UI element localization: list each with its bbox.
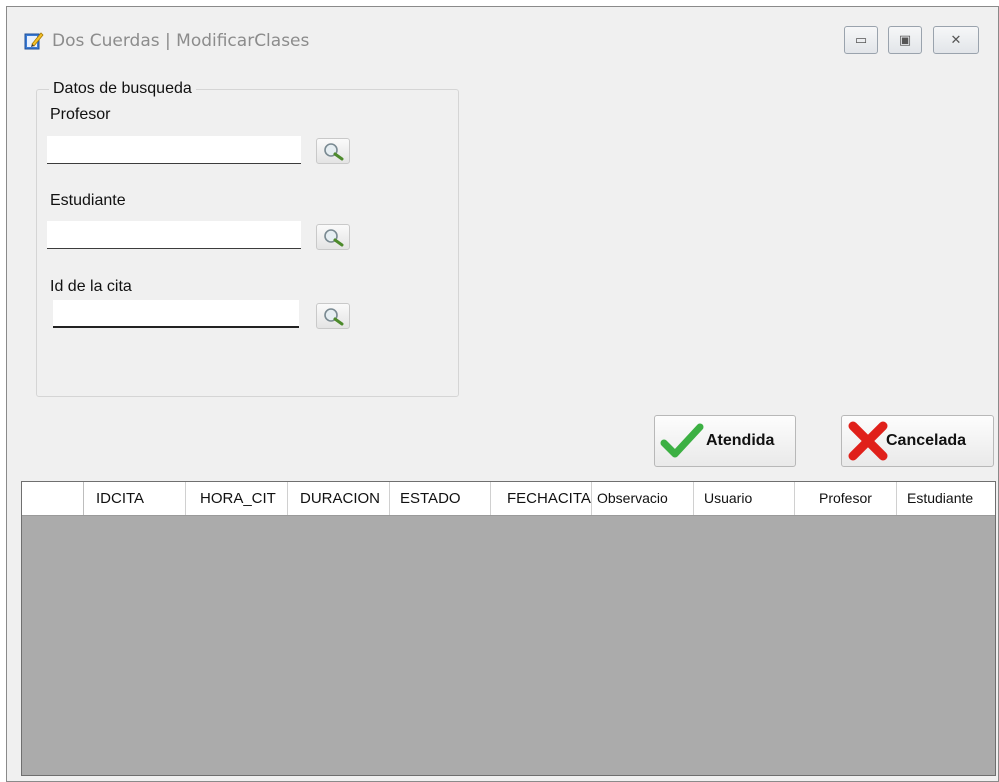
search-profesor-button[interactable]	[316, 138, 350, 164]
title-bar[interactable]: Dos Cuerdas | ModificarClases ▭ ▣ ✕	[7, 7, 998, 67]
maximize-icon: ▣	[898, 32, 912, 48]
id-cita-input[interactable]	[53, 300, 299, 326]
clases-datagrid[interactable]: IDCITA HORA_CIT DURACION ESTADO FECHACIT…	[21, 481, 996, 776]
minimize-button[interactable]: ▭	[844, 26, 878, 54]
column-header[interactable]: IDCITA	[84, 482, 186, 515]
edit-app-icon	[24, 32, 44, 50]
id-cita-label: Id de la cita	[50, 278, 132, 295]
magnifier-icon	[324, 229, 344, 247]
estudiante-label: Estudiante	[50, 192, 126, 209]
x-icon	[848, 421, 888, 461]
search-group-title: Datos de busqueda	[49, 80, 196, 98]
window-title: Dos Cuerdas | ModificarClases	[52, 31, 310, 51]
close-icon: ✕	[950, 32, 962, 48]
close-button[interactable]: ✕	[933, 26, 979, 54]
id-cita-field[interactable]	[53, 300, 299, 328]
row-header-corner[interactable]	[22, 482, 84, 515]
column-header[interactable]: Observacio	[592, 482, 694, 515]
check-icon	[660, 423, 704, 458]
maximize-button[interactable]: ▣	[888, 26, 922, 54]
cancelada-button[interactable]: Cancelada	[841, 415, 994, 467]
estudiante-field[interactable]	[47, 221, 301, 249]
magnifier-icon	[324, 308, 344, 326]
cancelada-label: Cancelada	[886, 432, 967, 449]
column-header[interactable]: FECHACITA	[491, 482, 592, 515]
atendida-button[interactable]: Atendida	[654, 415, 796, 467]
profesor-field[interactable]	[47, 136, 301, 164]
column-header[interactable]: Estudiante	[897, 482, 995, 515]
search-id-cita-button[interactable]	[316, 303, 350, 329]
magnifier-icon	[324, 143, 344, 161]
minimize-icon: ▭	[854, 32, 868, 48]
atendida-label: Atendida	[706, 432, 775, 449]
column-header[interactable]: Usuario	[694, 482, 795, 515]
profesor-input[interactable]	[47, 136, 301, 163]
profesor-label: Profesor	[50, 106, 111, 123]
search-estudiante-button[interactable]	[316, 224, 350, 250]
column-header[interactable]: DURACION	[288, 482, 390, 515]
column-header[interactable]: ESTADO	[390, 482, 491, 515]
modificar-clases-window: Dos Cuerdas | ModificarClases ▭ ▣ ✕ Dato…	[6, 6, 999, 782]
column-header[interactable]: Profesor	[795, 482, 897, 515]
estudiante-input[interactable]	[47, 221, 301, 248]
column-header[interactable]: HORA_CIT	[186, 482, 288, 515]
grid-header: IDCITA HORA_CIT DURACION ESTADO FECHACIT…	[22, 482, 995, 516]
